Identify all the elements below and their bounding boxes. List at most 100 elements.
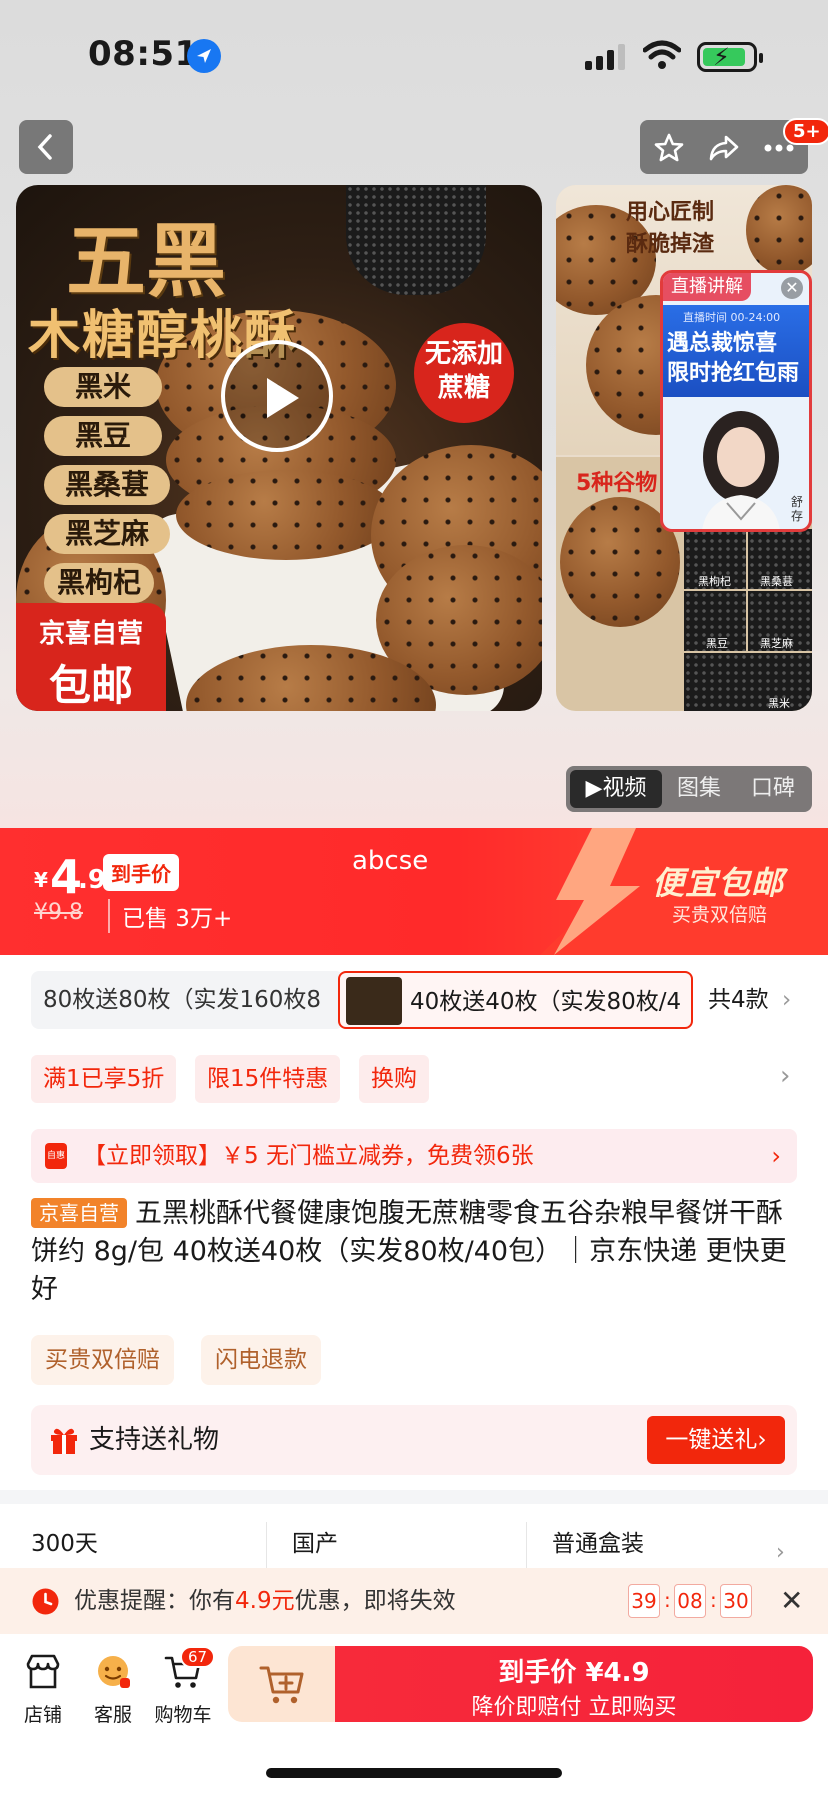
live-host-sub: 舒 存 <box>790 495 803 523</box>
promo-tag[interactable]: 限15件特惠 <box>195 1055 341 1103</box>
customer-service-icon <box>98 1656 130 1688</box>
live-host-image <box>702 411 780 529</box>
countdown-colon: : <box>664 1588 671 1612</box>
product-title-text: 五黑桃酥代餐健康饱腹无蔗糖零食五谷杂粮早餐饼干酥饼约 8g/包 40枚送40枚（… <box>31 1198 787 1305</box>
countdown-hours: 39 <box>628 1584 660 1618</box>
spec-option-2-selected[interactable]: 40枚送40枚（实发80枚/4 <box>338 971 693 1029</box>
sesame-pile <box>346 185 486 295</box>
send-gift-button[interactable]: 一键送礼› <box>647 1416 785 1464</box>
cellular-signal-icon <box>585 44 625 70</box>
live-banner: 直播时间 00-24:00 遇总裁惊喜 限时抢红包雨 <box>663 305 809 397</box>
wifi-icon <box>643 40 681 69</box>
spec-count-label: 共4款 <box>708 987 769 1013</box>
spec-count[interactable]: 共4款 › <box>708 971 791 1029</box>
final-price-tag: 到手价 <box>103 854 179 891</box>
service-tag[interactable]: 闪电退款 <box>201 1335 321 1385</box>
tab-gallery[interactable]: 图集 <box>662 766 736 812</box>
store-tag: 京喜自营 <box>31 1198 127 1228</box>
battery-icon: ⚡ <box>697 42 763 72</box>
close-icon[interactable]: ✕ <box>781 277 803 299</box>
no-sugar-badge: 无添加蔗糖 <box>414 323 514 423</box>
ingredient-tag: 黑桑葚 <box>44 465 170 505</box>
close-icon[interactable]: ✕ <box>780 1568 803 1634</box>
countdown-minutes: 08 <box>674 1584 706 1618</box>
add-to-cart-icon <box>259 1666 304 1704</box>
share-icon[interactable] <box>708 133 740 163</box>
grains-caption: 5种谷物 <box>576 471 658 496</box>
spec-thumbnail <box>346 977 402 1025</box>
store-button[interactable]: 店铺 <box>8 1652 78 1727</box>
store-badge-line1: 京喜自营 <box>38 619 143 649</box>
side-caption: 用心匠制 酥脆掉渣 <box>626 200 715 257</box>
store-badge-line2: 包邮 <box>48 661 133 710</box>
live-tag: 直播讲解 <box>663 273 751 301</box>
media-tab-switcher: ▶视频 图集 口碑 <box>566 766 812 812</box>
chevron-right-icon[interactable]: › <box>780 1061 790 1091</box>
grain-square: 黑芝麻 <box>748 591 812 651</box>
service-tag[interactable]: 买贵双倍赔 <box>31 1335 174 1385</box>
live-stream-window[interactable]: 直播时间 00-24:00 遇总裁惊喜 限时抢红包雨 直播讲解 ✕ 舒 存 <box>660 270 812 532</box>
chevron-right-icon: › <box>771 1142 781 1170</box>
grain-label: 黑枸杞 <box>698 575 731 588</box>
ingredient-tag: 黑芝麻 <box>44 514 170 554</box>
grain-label: 黑桑葚 <box>760 575 793 588</box>
ingredient-tag: 黑枸杞 <box>44 563 154 603</box>
add-to-cart-button[interactable] <box>228 1646 338 1722</box>
watermark-text: abcse <box>352 846 429 876</box>
tab-video[interactable]: ▶视频 <box>570 770 662 808</box>
store-label: 店铺 <box>23 1704 62 1726</box>
countdown-colon: : <box>710 1588 717 1612</box>
gift-support-bar[interactable]: 支持送礼物 一键送礼› <box>31 1405 797 1475</box>
tab-reviews[interactable]: 口碑 <box>736 766 810 812</box>
product-title: 京喜自营 五黑桃酥代餐健康饱腹无蔗糖零食五谷杂粮早餐饼干酥饼约 8g/包 40枚送… <box>31 1195 801 1309</box>
buy-now-button[interactable]: 到手价 ¥4.9 降价即赔付 立即购买 <box>335 1646 813 1722</box>
gift-label: 支持送礼物 <box>89 1425 220 1455</box>
promo-title: 便宜包邮 <box>652 864 785 902</box>
param-packaging: 普通盒装 <box>552 1531 644 1557</box>
coupon-text: 【立即领取】￥5 无门槛立减券，免费领6张 <box>83 1143 534 1169</box>
grain-label: 黑豆 <box>706 637 728 650</box>
grain-square: 黑豆 <box>684 591 746 651</box>
price-banner: ¥ 4 .9 到手价 ¥9.8 已售 3万+ abcse 便宜包邮 买贵双倍赔 <box>0 828 828 955</box>
grain-label: 黑米 <box>768 697 790 710</box>
store-icon <box>26 1654 60 1689</box>
spec-option-label: 40枚送40枚（实发80枚/4 <box>410 989 682 1015</box>
product-params-row[interactable]: 300天 国产 普通盒装 › <box>0 1504 828 1568</box>
grain-square: 黑桑葚 <box>748 529 812 589</box>
param-shelf-life: 300天 <box>31 1531 98 1557</box>
grain-square: 黑枸杞 <box>684 529 746 589</box>
main-product-image[interactable]: 五黑 木糖醇桃酥 黑米 黑豆 黑桑葚 黑芝麻 黑枸杞 无添加蔗糖 京喜自营 包邮 <box>16 185 542 711</box>
promo-tag[interactable]: 换购 <box>359 1055 429 1103</box>
promo-tag[interactable]: 满1已享5折 <box>31 1055 177 1103</box>
coupon-bar[interactable]: 自惠 【立即领取】￥5 无门槛立减券，免费领6张 › <box>31 1129 797 1183</box>
customer-service-button[interactable]: 客服 <box>78 1652 148 1727</box>
chevron-right-icon: › <box>776 1540 785 1565</box>
video-play-button[interactable] <box>221 340 333 452</box>
favorite-star-icon[interactable] <box>654 133 684 163</box>
ingredient-tags: 黑米 黑豆 黑桑葚 黑芝麻 黑枸杞 <box>44 367 170 612</box>
clock-icon <box>32 1588 59 1615</box>
buy-now-price: 到手价 ¥4.9 <box>498 1658 650 1688</box>
status-bar: 08:51 ⚡ <box>0 0 828 110</box>
param-origin: 国产 <box>292 1531 338 1557</box>
live-banner-text: 遇总裁惊喜 限时抢红包雨 <box>667 331 800 386</box>
product-info-section: 80枚送80枚（实发160枚8 40枚送40枚（实发80枚/4 共4款 › 满1… <box>0 955 828 1495</box>
home-indicator[interactable] <box>266 1768 562 1778</box>
customer-service-label: 客服 <box>93 1704 132 1726</box>
cart-count-badge: 67 <box>180 1646 216 1668</box>
original-price: ¥9.8 <box>34 900 83 925</box>
back-button[interactable] <box>19 120 73 174</box>
live-banner-sub: 直播时间 00-24:00 <box>683 311 781 324</box>
reminder-suffix: 优惠，即将失效 <box>294 1588 456 1614</box>
chevron-left-icon <box>37 134 52 160</box>
spec-option-1[interactable]: 80枚送80枚（实发160枚8 <box>31 971 344 1029</box>
price-decimal: .9 <box>78 865 106 895</box>
countdown-seconds: 30 <box>720 1584 752 1618</box>
location-icon <box>187 39 221 73</box>
more-icon[interactable] <box>764 144 794 152</box>
divider <box>266 1522 267 1568</box>
message-count-badge: 5+ <box>783 118 828 145</box>
promo-subtitle: 买贵双倍赔 <box>672 904 768 926</box>
discount-reminder-bar: 优惠提醒：你有4.9元优惠，即将失效 39 : 08 : 30 ✕ <box>0 1568 828 1634</box>
buy-now-subtitle: 降价即赔付 立即购买 <box>471 1695 677 1720</box>
